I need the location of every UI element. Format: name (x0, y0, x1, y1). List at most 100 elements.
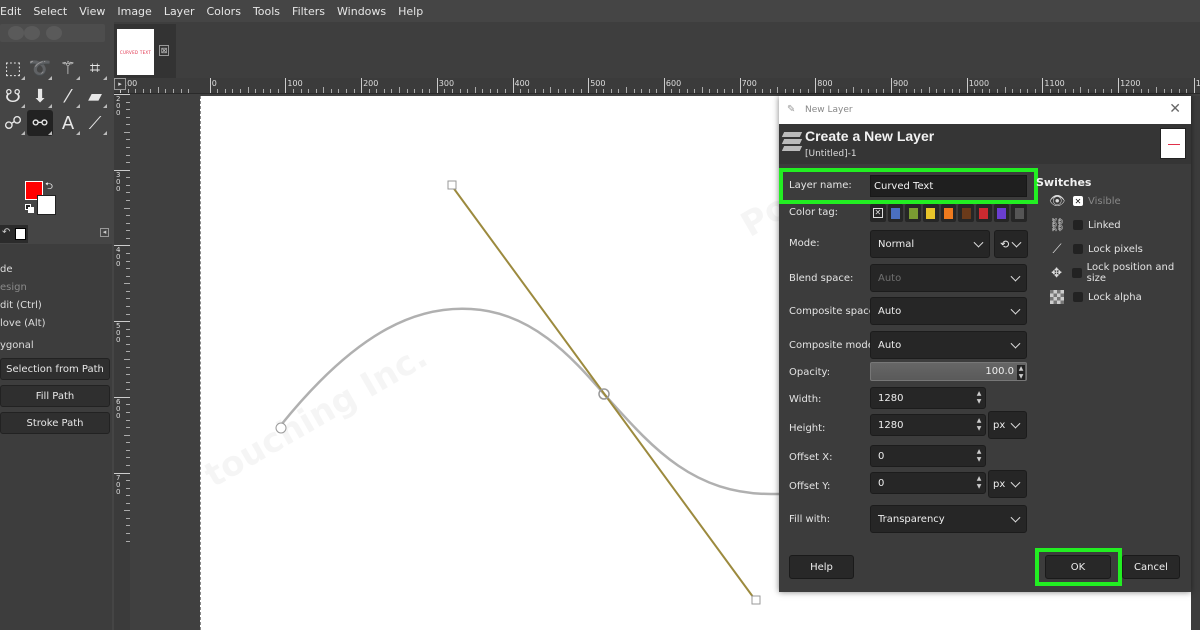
color-tag-swatch[interactable] (958, 204, 975, 222)
panel-menu-icon[interactable]: ◂ (100, 228, 109, 237)
text-icon[interactable]: A (55, 110, 81, 136)
switch-lock-alpha[interactable]: Lock alpha (1049, 288, 1142, 306)
option-edit[interactable]: dit (Ctrl) (0, 300, 42, 311)
width-input[interactable]: 1280 ▲ ▼ (870, 387, 986, 409)
offset-unit-select[interactable]: px (988, 470, 1027, 498)
ruler-minor-tick (845, 89, 847, 93)
height-input[interactable]: 1280 ▲ ▼ (870, 414, 986, 436)
warp-transform-icon[interactable]: ☋ (0, 83, 26, 109)
rect-select-icon[interactable]: ⬚ (0, 55, 26, 81)
color-tag-swatch[interactable] (976, 204, 992, 222)
menu-layer[interactable]: Layer (158, 5, 201, 18)
color-tag-swatch[interactable] (993, 204, 1010, 222)
option-design[interactable]: esign (0, 282, 27, 293)
spin-arrows-icon[interactable]: ▲ ▼ (975, 475, 983, 491)
ruler-minor-tick (1034, 89, 1036, 93)
menu-image[interactable]: Image (111, 5, 157, 18)
ruler-label: 400 (514, 79, 530, 88)
handle-top[interactable] (447, 180, 457, 190)
background-color-swatch[interactable] (37, 195, 56, 215)
option-mode-design[interactable]: de (0, 264, 13, 275)
ruler-major-tick (739, 78, 741, 93)
eraser-icon[interactable]: ▰ (82, 83, 108, 109)
paintbrush-icon[interactable]: ⁄ (55, 83, 81, 109)
menu-view[interactable]: View (73, 5, 111, 18)
close-icon[interactable]: ⊠ (159, 45, 169, 56)
default-colors-icon[interactable] (25, 204, 34, 213)
color-tag-swatch[interactable] (940, 204, 957, 222)
handle-bottom[interactable] (751, 595, 761, 605)
spin-arrows-icon[interactable]: ▲ ▼ (975, 390, 983, 406)
size-unit-select[interactable]: px (988, 411, 1027, 439)
fill-path-button[interactable]: Fill Path (0, 385, 110, 407)
switch-lock-position[interactable]: ✥ Lock position and size (1049, 262, 1191, 284)
mode-group-select[interactable]: ⟲ (994, 230, 1028, 258)
fuzzy-select-icon[interactable]: ⚚ (55, 55, 81, 81)
blend-space-select[interactable]: Auto (870, 264, 1027, 292)
cancel-button[interactable]: Cancel (1122, 555, 1180, 579)
composite-space-select[interactable]: Auto (870, 297, 1027, 325)
lock-alpha-checkbox[interactable] (1073, 292, 1083, 302)
ruler-minor-tick (451, 89, 453, 93)
lock-pixels-label: Lock pixels (1088, 243, 1143, 255)
ruler-minor-tick (974, 89, 976, 93)
reset-options-icon[interactable]: ↶ (2, 227, 10, 238)
paths-icon[interactable]: ⚯ (27, 110, 53, 136)
spin-arrows-icon[interactable]: ▲ ▼ (975, 417, 983, 433)
smudge-icon[interactable]: ☍ (0, 110, 26, 136)
tool-options-tab[interactable]: ↶ (0, 225, 28, 243)
menu-edit[interactable]: Edit (0, 5, 27, 18)
menu-windows[interactable]: Windows (331, 5, 392, 18)
ruler-minor-tick (694, 89, 696, 93)
option-move[interactable]: love (Alt) (0, 318, 46, 329)
fill-with-select[interactable]: Transparency (870, 505, 1027, 533)
ruler-minor-tick (838, 89, 839, 93)
color-tag-swatch[interactable] (905, 204, 922, 222)
lock-position-checkbox[interactable] (1072, 268, 1082, 278)
menu-filters[interactable]: Filters (286, 5, 331, 18)
ruler-minor-tick (444, 89, 446, 93)
menu-help[interactable]: Help (392, 5, 429, 18)
color-tag-swatch[interactable] (1011, 204, 1028, 222)
visible-checkbox[interactable]: ✕ (1073, 196, 1083, 206)
color-tag-swatch[interactable] (923, 204, 939, 222)
ruler-minor-tick (921, 89, 923, 93)
free-select-icon[interactable]: ➰ (27, 55, 53, 81)
switches-heading: Switches (1036, 176, 1092, 189)
close-icon[interactable]: ✕ (1169, 101, 1181, 117)
quick-mask-toggle-icon[interactable]: ▸ (114, 78, 126, 90)
menu-select[interactable]: Select (27, 5, 73, 18)
stroke-path-button[interactable]: Stroke Path (0, 412, 110, 434)
color-tag-swatch[interactable] (887, 204, 904, 222)
ruler-label: 0 (211, 79, 217, 88)
switch-visible[interactable]: 👁 ✕ Visible (1049, 192, 1121, 210)
bezier-path[interactable] (280, 307, 781, 496)
image-tab[interactable]: CURVED TEXT ⊠ (114, 24, 176, 78)
horizontal-ruler: 100 0 100 200 300 400 500 600 700 800 900 1000 1100 1… (114, 78, 1200, 94)
ruler-label: 700 (116, 473, 121, 496)
swap-colors-icon[interactable]: ⮌ (45, 179, 53, 196)
offset-x-input[interactable]: 0 ▲ ▼ (870, 445, 986, 467)
spin-arrows-icon[interactable]: ▲ ▼ (1017, 365, 1025, 380)
help-button[interactable]: Help (789, 555, 854, 579)
offset-y-input[interactable]: 0 ▲ ▼ (870, 472, 986, 494)
selection-from-path-button[interactable]: Selection from Path (0, 358, 110, 380)
switch-linked[interactable]: ⛓ Linked (1049, 216, 1121, 234)
switch-lock-pixels[interactable]: ⟋ Lock pixels (1049, 240, 1143, 258)
crop-icon[interactable]: ⌗ (82, 55, 108, 81)
option-polygonal[interactable]: ygonal (0, 340, 34, 351)
color-picker-icon[interactable]: ⟋ (82, 110, 108, 136)
opacity-slider[interactable]: 100.0 ▲ ▼ (870, 362, 1027, 381)
bucket-fill-icon[interactable]: ⬇ (27, 83, 53, 109)
linked-checkbox[interactable] (1073, 220, 1083, 230)
mode-select[interactable]: Normal (870, 230, 990, 258)
lock-pixels-checkbox[interactable] (1073, 244, 1083, 254)
menu-colors[interactable]: Colors (200, 5, 246, 18)
composite-mode-select[interactable]: Auto (870, 331, 1027, 359)
spin-arrows-icon[interactable]: ▲ ▼ (975, 448, 983, 464)
color-tag-none[interactable]: ✕ (870, 204, 886, 222)
menu-tools[interactable]: Tools (247, 5, 286, 18)
ruler-minor-tick (792, 89, 794, 93)
anchor-start[interactable] (275, 422, 287, 434)
color-chip (944, 207, 954, 219)
